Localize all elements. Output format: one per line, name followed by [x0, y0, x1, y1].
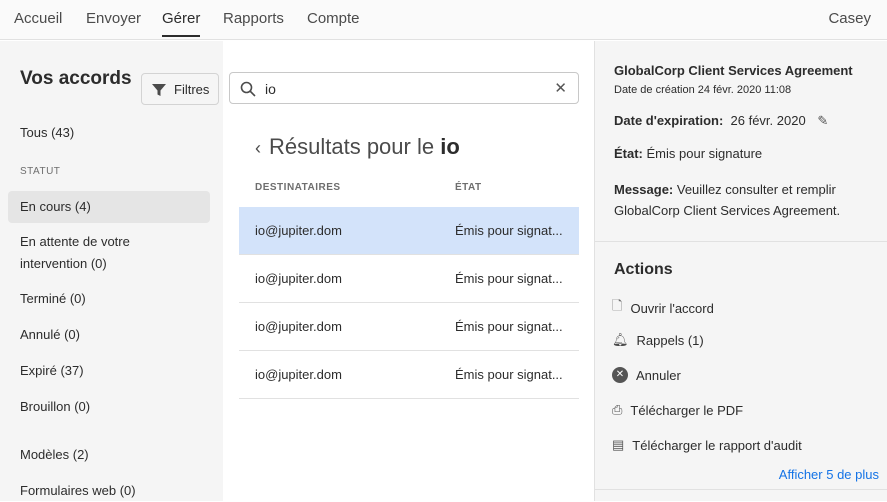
recipient: io@jupiter.dom — [255, 319, 342, 334]
action-label: Télécharger le rapport d'audit — [632, 437, 802, 453]
state: Émis pour signat... — [455, 367, 563, 382]
sidebar-item-in-progress[interactable]: En cours (4) — [8, 191, 210, 223]
nav-rapports[interactable]: Rapports — [223, 10, 284, 27]
results-prefix: Résultats pour le — [269, 134, 435, 159]
state: Émis pour signat... — [455, 319, 563, 334]
bell-icon: 🔔︎ — [612, 332, 629, 347]
top-nav: Accueil Envoyer Gérer Rapports Compte Ca… — [0, 0, 887, 40]
search-icon — [240, 81, 256, 97]
nav-accueil[interactable]: Accueil — [14, 10, 62, 27]
expiration-label: Date d'expiration: — [614, 113, 724, 128]
audit-download-icon: ▤ — [612, 437, 625, 452]
edit-pencil-icon[interactable]: ✎ — [817, 113, 828, 128]
search-input[interactable]: io ✕ — [229, 72, 579, 104]
sidebar: Vos accords Tous (43) STATUT En cours (4… — [0, 41, 223, 501]
action-label: Télécharger le PDF — [630, 402, 744, 418]
table-row[interactable]: io@jupiter.dom Émis pour signat... — [239, 207, 579, 255]
show-more-link[interactable]: Afficher 5 de plus — [779, 467, 879, 482]
results-title: ‹ Résultats pour le io — [255, 134, 460, 160]
table-row[interactable]: io@jupiter.dom Émis pour signat... — [239, 303, 579, 351]
page-title: Vos accords — [20, 68, 132, 89]
action-cancel[interactable]: ✕ Annuler — [612, 367, 681, 383]
filters-button[interactable]: Filtres — [141, 73, 219, 105]
actions-title: Actions — [614, 261, 673, 278]
filters-label: Filtres — [174, 82, 210, 97]
nav-compte[interactable]: Compte — [307, 10, 360, 27]
user-menu[interactable]: Casey — [828, 10, 871, 27]
action-reminders[interactable]: 🔔︎ Rappels (1) — [612, 332, 704, 348]
recipient: io@jupiter.dom — [255, 367, 342, 382]
sidebar-item-all[interactable]: Tous (43) — [8, 122, 210, 144]
divider — [595, 241, 887, 242]
col-state[interactable]: ÉTAT — [455, 182, 482, 193]
state-value: Émis pour signature — [646, 146, 763, 161]
state: Émis pour signat... — [455, 223, 563, 238]
back-chevron-icon[interactable]: ‹ — [255, 138, 261, 158]
action-download-pdf[interactable]: ⎙ Télécharger le PDF — [612, 402, 743, 418]
expiration-value: 26 févr. 2020 — [730, 113, 806, 128]
recipient: io@jupiter.dom — [255, 223, 342, 238]
divider — [595, 489, 887, 490]
nav-envoyer[interactable]: Envoyer — [86, 10, 141, 27]
sidebar-item-webforms[interactable]: Formulaires web (0) — [8, 480, 210, 502]
sidebar-item-cancelled[interactable]: Annulé (0) — [8, 324, 210, 346]
cancel-circle-icon: ✕ — [612, 367, 628, 383]
filter-icon — [152, 84, 166, 96]
action-label: Rappels (1) — [636, 332, 704, 348]
search-value: io — [265, 81, 276, 97]
pdf-download-icon: ⎙ — [612, 402, 623, 417]
col-recipients[interactable]: DESTINATAIRES — [255, 182, 341, 193]
action-open[interactable]: 🗋 Ouvrir l'accord — [612, 297, 714, 319]
table-row[interactable]: io@jupiter.dom Émis pour signat... — [239, 255, 579, 303]
state: Émis pour signat... — [455, 271, 563, 286]
detail-panel: GlobalCorp Client Services Agreement Dat… — [594, 41, 887, 501]
sidebar-item-expired[interactable]: Expiré (37) — [8, 360, 210, 382]
action-download-audit[interactable]: ▤ Télécharger le rapport d'audit — [612, 437, 802, 453]
created-date: Date de création 24 févr. 2020 11:08 — [614, 84, 792, 96]
clear-search-icon[interactable]: ✕ — [554, 79, 567, 97]
document-icon: 🗋 — [612, 298, 623, 313]
message-label: Message: — [614, 182, 674, 197]
sidebar-item-templates[interactable]: Modèles (2) — [8, 444, 210, 466]
action-label: Annuler — [636, 367, 681, 383]
table-row[interactable]: io@jupiter.dom Émis pour signat... — [239, 351, 579, 399]
sidebar-item-draft[interactable]: Brouillon (0) — [8, 396, 210, 418]
action-label: Ouvrir l'accord — [630, 300, 714, 316]
sidebar-item-waiting[interactable]: En attente de votre intervention (0) — [8, 231, 210, 275]
sidebar-item-completed[interactable]: Terminé (0) — [8, 288, 210, 310]
state-label: État: — [614, 146, 643, 161]
nav-gerer[interactable]: Gérer — [162, 10, 201, 37]
recipient: io@jupiter.dom — [255, 271, 342, 286]
results-query: io — [440, 134, 460, 159]
agreement-name: GlobalCorp Client Services Agreement — [614, 63, 853, 78]
status-header: STATUT — [20, 166, 61, 177]
